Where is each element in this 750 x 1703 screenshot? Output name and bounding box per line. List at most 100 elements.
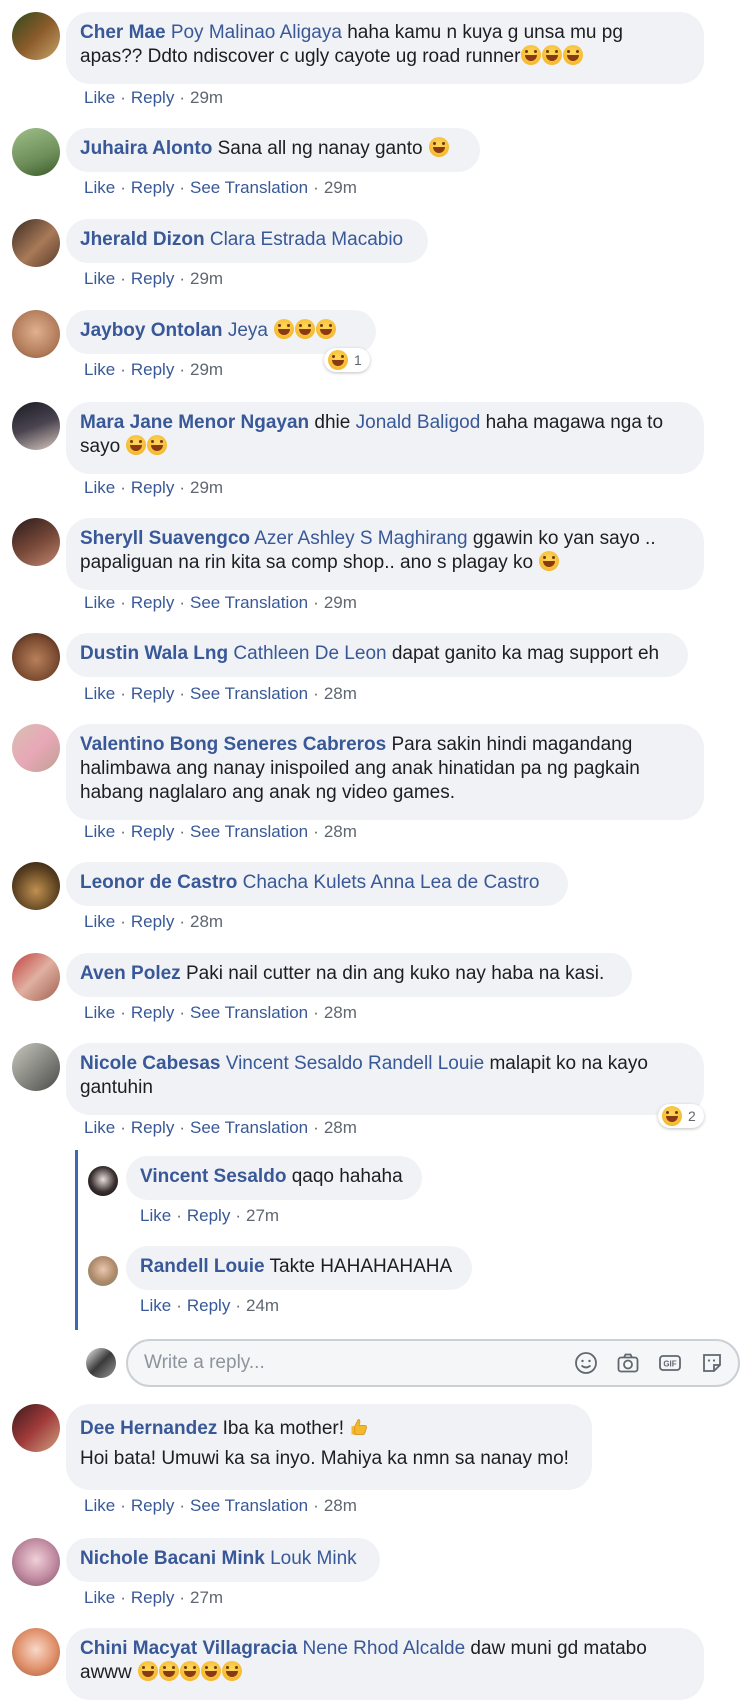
emoji-icon[interactable] [574,1351,598,1375]
timestamp[interactable]: 29m [190,269,223,288]
reply-link[interactable]: Reply [131,684,174,703]
timestamp[interactable]: 27m [246,1206,279,1225]
reply-link[interactable]: Reply [131,88,174,107]
reply-link[interactable]: Reply [131,1588,174,1607]
reply-link[interactable]: Reply [131,1496,174,1515]
comment-author[interactable]: Leonor de Castro [80,872,237,893]
like-link[interactable]: Like [84,593,115,612]
timestamp[interactable]: 29m [324,593,357,612]
like-link[interactable]: Like [84,912,115,931]
comment-author[interactable]: Nicole Cabesas [80,1053,220,1074]
reply-link[interactable]: Reply [131,360,174,379]
reaction-count[interactable]: 2 [658,1104,704,1128]
reply-link[interactable]: Reply [131,178,174,197]
reply-author[interactable]: Randell Louie [140,1256,265,1277]
avatar[interactable] [12,310,60,358]
timestamp[interactable]: 24m [246,1296,279,1315]
write-reply-input[interactable]: Write a reply... GIF [126,1339,740,1387]
reply-author[interactable]: Vincent Sesaldo [140,1166,286,1187]
like-link[interactable]: Like [84,684,115,703]
reply-link[interactable]: Reply [187,1206,230,1225]
timestamp[interactable]: 28m [324,684,357,703]
reply-link[interactable]: Reply [131,269,174,288]
comment-author[interactable]: Juhaira Alonto [80,138,212,159]
comment-author[interactable]: Aven Polez [80,963,181,984]
tagged-users[interactable]: Vincent Sesaldo Randell Louie [226,1053,484,1074]
timestamp[interactable]: 28m [324,1118,357,1137]
see-translation-link[interactable]: See Translation [190,1118,308,1137]
see-translation-link[interactable]: See Translation [190,593,308,612]
tagged-users[interactable]: Azer Ashley S Maghirang [254,528,467,549]
tagged-users[interactable]: Chacha Kulets Anna Lea de Castro [243,872,540,893]
reaction-count[interactable]: 1 [324,348,370,372]
reply-link[interactable]: Reply [187,1296,230,1315]
comment-author[interactable]: Valentino Bong Seneres Cabreros [80,734,386,755]
sticker-icon[interactable] [700,1351,724,1375]
avatar[interactable] [12,12,60,60]
avatar[interactable] [12,1404,60,1452]
like-link[interactable]: Like [84,822,115,841]
tagged-users[interactable]: Jeya [228,320,268,341]
avatar[interactable] [12,1538,60,1586]
comment-author[interactable]: Dee Hernandez [80,1418,217,1439]
timestamp[interactable]: 27m [190,1588,223,1607]
reply-link[interactable]: Reply [131,1003,174,1022]
timestamp[interactable]: 29m [190,478,223,497]
comment-author[interactable]: Chini Macyat Villagracia [80,1638,297,1659]
like-link[interactable]: Like [84,1496,115,1515]
like-link[interactable]: Like [140,1206,171,1225]
see-translation-link[interactable]: See Translation [190,1003,308,1022]
timestamp[interactable]: 28m [324,822,357,841]
comment-author[interactable]: Cher Mae [80,22,166,43]
timestamp[interactable]: 29m [190,88,223,107]
timestamp[interactable]: 28m [324,1496,357,1515]
avatar[interactable] [12,1043,60,1091]
like-link[interactable]: Like [84,360,115,379]
reply-link[interactable]: Reply [131,912,174,931]
timestamp[interactable]: 29m [190,360,223,379]
reply-link[interactable]: Reply [131,478,174,497]
timestamp[interactable]: 28m [324,1003,357,1022]
see-translation-link[interactable]: See Translation [190,178,308,197]
tagged-users[interactable]: Clara Estrada Macabio [210,229,403,250]
avatar[interactable] [12,128,60,176]
reply-link[interactable]: Reply [131,593,174,612]
avatar[interactable] [12,862,60,910]
reply-link[interactable]: Reply [131,822,174,841]
reply-link[interactable]: Reply [131,1118,174,1137]
see-translation-link[interactable]: See Translation [190,684,308,703]
comment-author[interactable]: Sheryll Suavengco [80,528,250,549]
like-link[interactable]: Like [84,1003,115,1022]
like-link[interactable]: Like [140,1296,171,1315]
avatar[interactable] [12,633,60,681]
tagged-users[interactable]: Jonald Baligod [356,412,481,433]
timestamp[interactable]: 29m [324,178,357,197]
comment-author[interactable]: Jherald Dizon [80,229,205,250]
like-link[interactable]: Like [84,1118,115,1137]
gif-icon[interactable]: GIF [658,1351,682,1375]
comment-author[interactable]: Mara Jane Menor Ngayan [80,412,309,433]
avatar[interactable] [12,1628,60,1676]
comment-author[interactable]: Jayboy Ontolan [80,320,223,341]
camera-icon[interactable] [616,1351,640,1375]
timestamp[interactable]: 28m [190,912,223,931]
like-link[interactable]: Like [84,478,115,497]
tagged-users[interactable]: Nene Rhod Alcalde [302,1638,465,1659]
avatar[interactable] [12,219,60,267]
like-link[interactable]: Like [84,269,115,288]
like-link[interactable]: Like [84,1588,115,1607]
like-link[interactable]: Like [84,178,115,197]
tagged-users[interactable]: Poy Malinao Aligaya [171,22,342,43]
comment-author[interactable]: Dustin Wala Lng [80,643,228,664]
tagged-users[interactable]: Cathleen De Leon [233,643,386,664]
like-link[interactable]: Like [84,88,115,107]
avatar[interactable] [12,953,60,1001]
tagged-users[interactable]: Louk Mink [270,1548,357,1569]
avatar[interactable] [88,1256,118,1286]
avatar[interactable] [12,724,60,772]
comment-author[interactable]: Nichole Bacani Mink [80,1548,265,1569]
avatar[interactable] [88,1166,118,1196]
avatar[interactable] [12,402,60,450]
avatar[interactable] [12,518,60,566]
see-translation-link[interactable]: See Translation [190,1496,308,1515]
